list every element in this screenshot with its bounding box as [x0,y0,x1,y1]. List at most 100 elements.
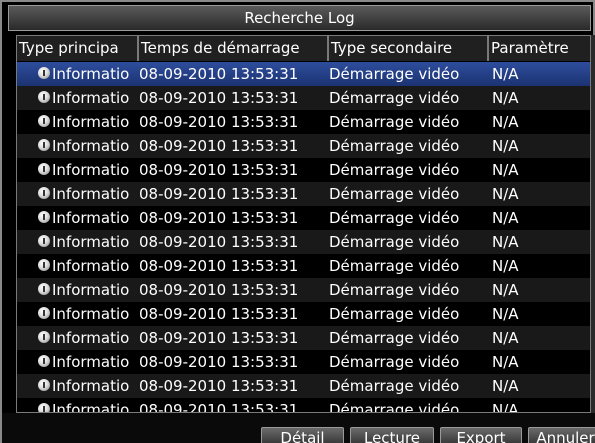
cell-start-time: 08-09-2010 13:53:31 [139,209,299,227]
cell-start-time: 08-09-2010 13:53:31 [139,233,299,251]
cell-start-time: 08-09-2010 13:53:31 [139,401,299,413]
cell-parameter: N/A [492,377,519,395]
log-table: Type principa Temps de démarrage Type se… [16,35,591,413]
cell-start-time: 08-09-2010 13:53:31 [139,185,299,203]
detail-button[interactable]: Détail [261,427,344,443]
cell-type: Informatio [52,353,130,371]
cell-start-time: 08-09-2010 13:53:31 [139,113,299,131]
cell-subtype: Démarrage vidéo [329,281,460,299]
cancel-button[interactable]: Annuler [528,427,595,443]
info-bubble-icon [37,398,53,412]
table-row[interactable]: Informatio 08-09-2010 13:53:31 Démarrage v… [17,86,590,110]
cell-start-time: 08-09-2010 13:53:31 [139,65,299,83]
info-bubble-icon [37,206,53,230]
table-row[interactable]: Informatio 08-09-2010 13:53:31 Démarrage v… [17,62,590,86]
cell-parameter: N/A [492,257,519,275]
cell-type: Informatio [52,377,130,395]
cell-subtype: Démarrage vidéo [329,257,460,275]
dialog-title: Recherche Log [8,5,591,31]
cell-type: Informatio [52,257,130,275]
cell-subtype: Démarrage vidéo [329,401,460,413]
info-bubble-icon [37,350,53,374]
cell-type: Informatio [52,65,130,83]
cell-start-time: 08-09-2010 13:53:31 [139,281,299,299]
table-row[interactable]: Informatio 08-09-2010 13:53:31 Démarrage v… [17,302,590,326]
cell-subtype: Démarrage vidéo [329,329,460,347]
cell-type: Informatio [52,329,130,347]
cell-subtype: Démarrage vidéo [329,185,460,203]
button-bar: Détail Lecture Export Annuler [2,413,595,443]
cell-subtype: Démarrage vidéo [329,89,460,107]
cell-start-time: 08-09-2010 13:53:31 [139,353,299,371]
cell-start-time: 08-09-2010 13:53:31 [139,257,299,275]
cell-subtype: Démarrage vidéo [329,305,460,323]
info-bubble-icon [37,326,53,350]
export-button[interactable]: Export [440,427,522,443]
cell-start-time: 08-09-2010 13:53:31 [139,329,299,347]
table-row[interactable]: Informatio 08-09-2010 13:53:31 Démarrage v… [17,230,590,254]
table-row[interactable]: Informatio 08-09-2010 13:53:31 Démarrage v… [17,326,590,350]
info-bubble-icon [37,278,53,302]
cell-parameter: N/A [492,137,519,155]
table-row[interactable]: Informatio 08-09-2010 13:53:31 Démarrage v… [17,278,590,302]
cell-parameter: N/A [492,353,519,371]
cell-type: Informatio [52,401,130,413]
cell-type: Informatio [52,137,130,155]
table-row[interactable]: Informatio 08-09-2010 13:53:31 Démarrage v… [17,398,590,413]
info-bubble-icon [37,86,53,110]
column-header-start-time[interactable]: Temps de démarrage [139,36,329,61]
cell-type: Informatio [52,305,130,323]
cell-parameter: N/A [492,401,519,413]
table-row[interactable]: Informatio 08-09-2010 13:53:31 Démarrage v… [17,110,590,134]
table-row[interactable]: Informatio 08-09-2010 13:53:31 Démarrage v… [17,134,590,158]
cell-parameter: N/A [492,89,519,107]
column-header-type[interactable]: Type principa [17,36,139,61]
table-row[interactable]: Informatio 08-09-2010 13:53:31 Démarrage v… [17,182,590,206]
cell-subtype: Démarrage vidéo [329,209,460,227]
info-bubble-icon [37,110,53,134]
cell-subtype: Démarrage vidéo [329,353,460,371]
info-bubble-icon [37,182,53,206]
cell-type: Informatio [52,281,130,299]
cell-parameter: N/A [492,305,519,323]
info-bubble-icon [37,134,53,158]
cell-start-time: 08-09-2010 13:53:31 [139,161,299,179]
cell-subtype: Démarrage vidéo [329,113,460,131]
info-bubble-icon [37,158,53,182]
cell-type: Informatio [52,161,130,179]
cell-subtype: Démarrage vidéo [329,233,460,251]
cell-type: Informatio [52,233,130,251]
cell-start-time: 08-09-2010 13:53:31 [139,137,299,155]
cell-type: Informatio [52,185,130,203]
cell-subtype: Démarrage vidéo [329,161,460,179]
info-bubble-icon [37,374,53,398]
cell-type: Informatio [52,209,130,227]
cell-start-time: 08-09-2010 13:53:31 [139,377,299,395]
table-header: Type principa Temps de démarrage Type se… [17,36,590,61]
cell-start-time: 08-09-2010 13:53:31 [139,89,299,107]
cell-parameter: N/A [492,185,519,203]
play-button[interactable]: Lecture [350,427,434,443]
cell-subtype: Démarrage vidéo [329,65,460,83]
cell-parameter: N/A [492,65,519,83]
cell-parameter: N/A [492,209,519,227]
scrollbar[interactable] [591,35,595,413]
cell-parameter: N/A [492,161,519,179]
column-header-parameter[interactable]: Paramètre [489,36,590,61]
info-bubble-icon [37,62,53,86]
cell-parameter: N/A [492,281,519,299]
column-header-subtype[interactable]: Type secondaire [329,36,489,61]
table-row[interactable]: Informatio 08-09-2010 13:53:31 Démarrage v… [17,254,590,278]
table-row[interactable]: Informatio 08-09-2010 13:53:31 Démarrage v… [17,350,590,374]
cell-type: Informatio [52,113,130,131]
info-bubble-icon [37,254,53,278]
cell-parameter: N/A [492,113,519,131]
table-row[interactable]: Informatio 08-09-2010 13:53:31 Démarrage v… [17,158,590,182]
cell-parameter: N/A [492,329,519,347]
table-row[interactable]: Informatio 08-09-2010 13:53:31 Démarrage v… [17,206,590,230]
cell-subtype: Démarrage vidéo [329,377,460,395]
cell-subtype: Démarrage vidéo [329,137,460,155]
cell-parameter: N/A [492,233,519,251]
cell-start-time: 08-09-2010 13:53:31 [139,305,299,323]
table-row[interactable]: Informatio 08-09-2010 13:53:31 Démarrage v… [17,374,590,398]
